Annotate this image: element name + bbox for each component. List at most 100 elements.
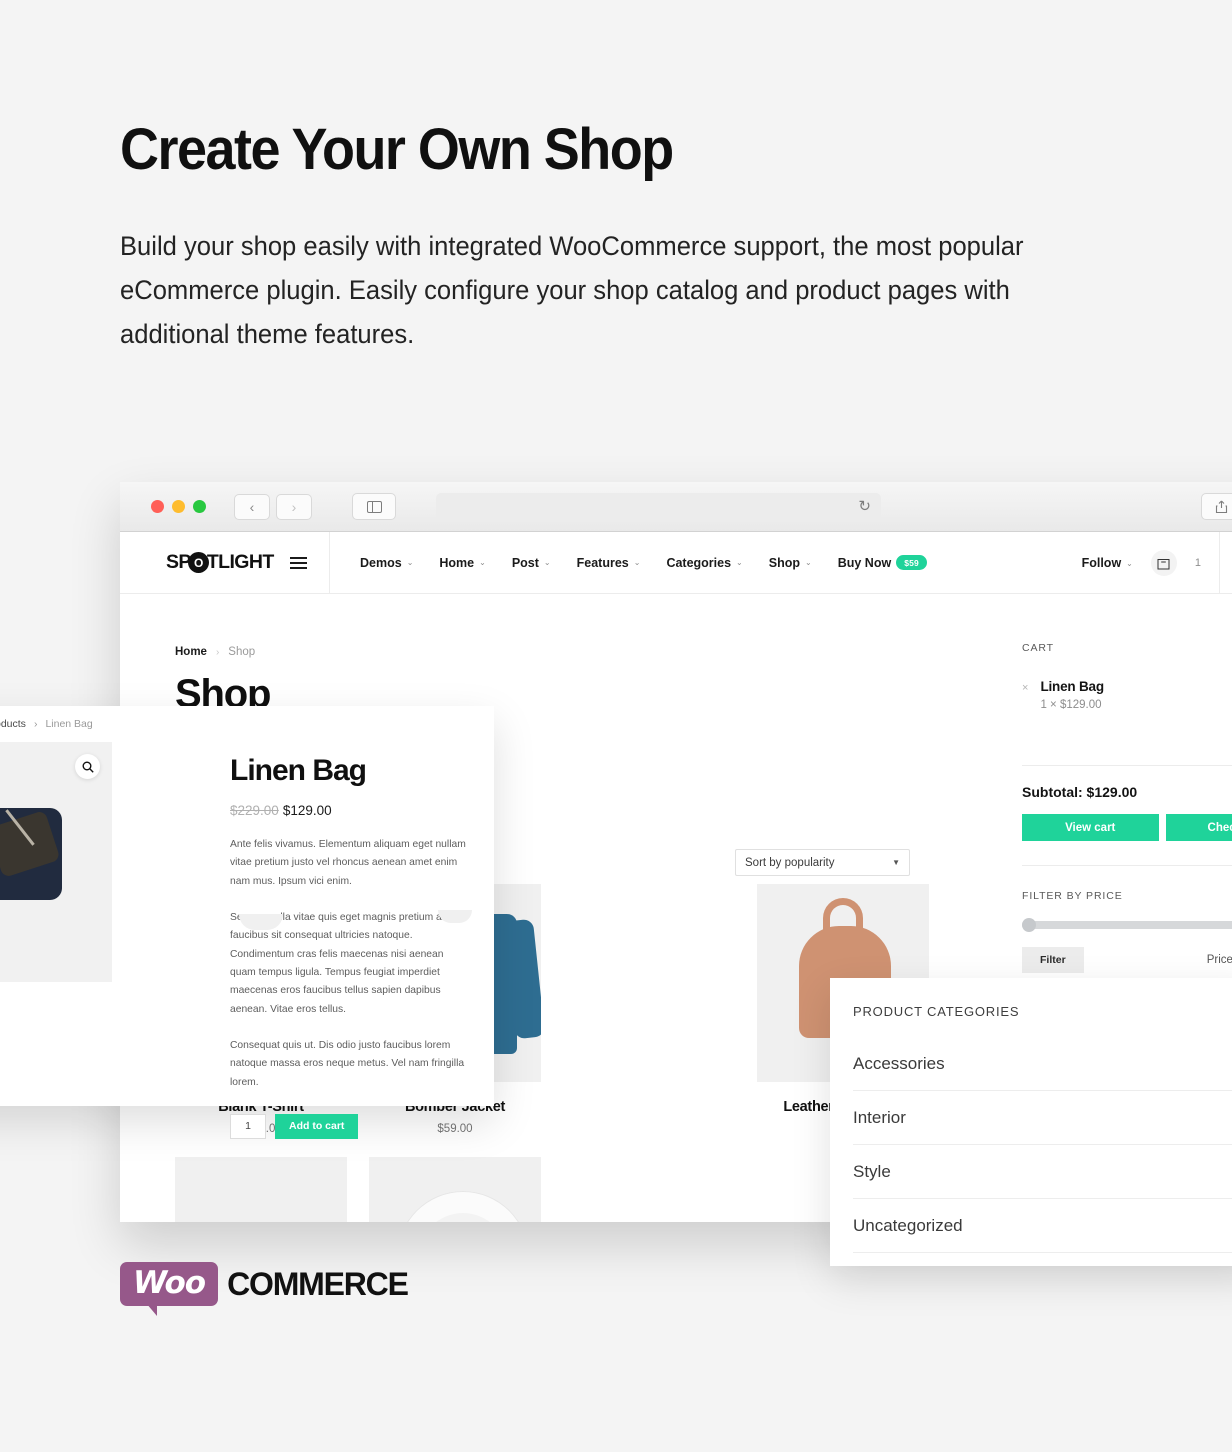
nav-label: Post <box>511 555 539 570</box>
address-bar[interactable]: ↻ <box>436 493 881 520</box>
nav-item-features[interactable]: Features ⌄ <box>577 556 641 570</box>
header-divider <box>1219 532 1220 594</box>
breadcrumb-current: Shop <box>228 646 256 658</box>
nav-label: Demos <box>360 555 402 570</box>
sidebar-toggle-icon[interactable] <box>352 493 396 520</box>
product-gallery <box>0 706 220 1106</box>
chevron-down-icon: ⌄ <box>479 558 486 567</box>
cart-bag-glyph <box>1157 558 1170 569</box>
share-icon[interactable] <box>1201 493 1232 520</box>
category-item-interior[interactable]: Interior <box>853 1091 1232 1145</box>
page-root: Create Your Own Shop Build your shop eas… <box>0 0 1232 1452</box>
product-categories-overlay: PRODUCT CATEGORIES Accessories Interior … <box>830 978 1232 1266</box>
nav-label: Home <box>439 555 475 570</box>
product-image <box>175 1157 347 1222</box>
category-item-accessories[interactable]: Accessories <box>853 1037 1232 1091</box>
magnifier-glyph <box>82 761 94 773</box>
product-card[interactable]: Ceramic Plate <box>369 1157 541 1222</box>
burger-line <box>289 556 307 559</box>
burger-line <box>289 566 307 569</box>
product-summary: Linen Bag $229.00 $129.00 Ante felis viva… <box>220 706 494 1139</box>
cart-line-item: × Linen Bag 1 × $129.00 <box>1022 679 1232 741</box>
divider <box>1022 865 1232 866</box>
chevron-down-icon: ⌄ <box>406 558 414 567</box>
chevron-down-icon: ⌄ <box>1126 558 1133 568</box>
add-to-cart-button[interactable]: Add to cart <box>275 1113 359 1139</box>
nav-label: Categories <box>666 555 732 570</box>
maximize-window-icon[interactable] <box>193 500 206 513</box>
sidebar-glyph <box>366 500 382 513</box>
price-range-label: Price: $49 — $299 <box>1206 954 1232 966</box>
category-item-uncategorized[interactable]: Uncategorized <box>853 1199 1232 1253</box>
nav-label: Shop <box>768 555 800 570</box>
breadcrumb: Home › Shop <box>175 646 255 658</box>
woo-wordmark: COMMERCE <box>227 1265 409 1302</box>
quantity-stepper[interactable]: 1 <box>230 1113 266 1139</box>
page-title: Create Your Own Shop <box>120 117 674 182</box>
sort-value: Sort by popularity <box>745 856 835 869</box>
linen-bag-illustration <box>0 808 62 900</box>
product-card[interactable]: Side Tables <box>175 1157 347 1222</box>
follow-dropdown[interactable]: Follow ⌄ <box>1082 556 1133 570</box>
logo-text-post: TLIGHT <box>206 551 274 573</box>
burger-line <box>289 561 307 564</box>
category-item-style[interactable]: Style <box>853 1145 1232 1199</box>
product-description-p1: Ante felis vivamus. Elementum aliquam eg… <box>230 839 466 887</box>
cart-actions: View cart Checkout <box>1022 814 1232 841</box>
remove-item-icon[interactable]: × <box>1022 682 1028 694</box>
cart-icon[interactable] <box>1150 550 1177 576</box>
close-window-icon[interactable] <box>151 500 164 513</box>
chevron-down-icon: ⌄ <box>543 558 551 567</box>
minimize-window-icon[interactable] <box>172 500 185 513</box>
back-icon[interactable]: ‹ <box>234 493 270 520</box>
divider <box>1022 765 1232 766</box>
product-old-price: $229.00 <box>230 803 279 818</box>
breadcrumb-home[interactable]: Home <box>175 646 207 658</box>
site-header: SP O TLIGHT Demos ⌄ Home ⌄ Post ⌄ Featur… <box>120 531 1232 594</box>
chevron-down-icon: ⌄ <box>805 558 812 567</box>
price-range-slider[interactable] <box>1022 918 1232 932</box>
nav-item-categories[interactable]: Categories ⌄ <box>666 556 742 570</box>
chevron-down-icon: ▼ <box>892 858 900 867</box>
nav-item-shop[interactable]: Shop ⌄ <box>769 556 812 570</box>
product-main-image <box>0 742 112 982</box>
cart-item-name[interactable]: Linen Bag <box>1040 679 1104 694</box>
checkout-button[interactable]: Checkout <box>1165 814 1232 841</box>
zoom-icon[interactable] <box>75 754 100 779</box>
nav-item-post[interactable]: Post ⌄ <box>512 556 551 570</box>
filter-widget-title: FILTER BY PRICE <box>1022 890 1123 902</box>
toolbar-right-buttons <box>1201 493 1232 520</box>
cart-item-qty-price: 1 × $129.00 <box>1040 699 1102 711</box>
plate-illustration <box>397 1191 529 1222</box>
navigation-buttons: ‹ › <box>234 493 312 520</box>
breadcrumb-separator-icon: › <box>215 646 220 658</box>
reload-icon[interactable]: ↻ <box>858 497 871 515</box>
price-badge: $59 <box>896 555 927 570</box>
header-right-area: Follow ⌄ 1 <box>1082 532 1232 594</box>
nav-item-demos[interactable]: Demos ⌄ <box>360 556 413 570</box>
nav-item-buy-now[interactable]: Buy Now $59 <box>838 555 927 570</box>
window-controls[interactable] <box>151 500 206 513</box>
share-glyph <box>1215 500 1227 513</box>
follow-label: Follow <box>1081 556 1122 570</box>
nav-item-home[interactable]: Home ⌄ <box>439 556 485 570</box>
logo-dot-icon: O <box>187 552 209 573</box>
product-image <box>369 1157 541 1222</box>
add-to-cart-row: 1 Add to cart <box>230 1113 468 1139</box>
filter-controls: Filter Price: $49 — $299 <box>1022 947 1232 973</box>
filter-button[interactable]: Filter <box>1022 947 1084 973</box>
hamburger-menu-icon[interactable] <box>289 556 307 569</box>
cart-subtotal: Subtotal: $129.00 <box>1022 784 1138 800</box>
product-title: Linen Bag <box>230 754 367 787</box>
product-description-p3: Consequat quis ut. Dis odio justo faucib… <box>230 1039 465 1088</box>
cart-item-info: Linen Bag 1 × $129.00 <box>1040 679 1104 711</box>
categories-widget-title: PRODUCT CATEGORIES <box>853 1004 1020 1019</box>
product-sale-price: $129.00 <box>282 803 332 818</box>
sort-select[interactable]: Sort by popularity ▼ <box>735 849 910 876</box>
view-cart-button[interactable]: View cart <box>1022 814 1159 841</box>
woo-mark: Woo <box>120 1262 219 1316</box>
site-logo[interactable]: SP O TLIGHT <box>166 551 274 574</box>
slider-handle-min[interactable] <box>1022 918 1036 932</box>
product-price-block: $229.00 $129.00 <box>230 803 468 818</box>
forward-icon[interactable]: › <box>276 493 312 520</box>
